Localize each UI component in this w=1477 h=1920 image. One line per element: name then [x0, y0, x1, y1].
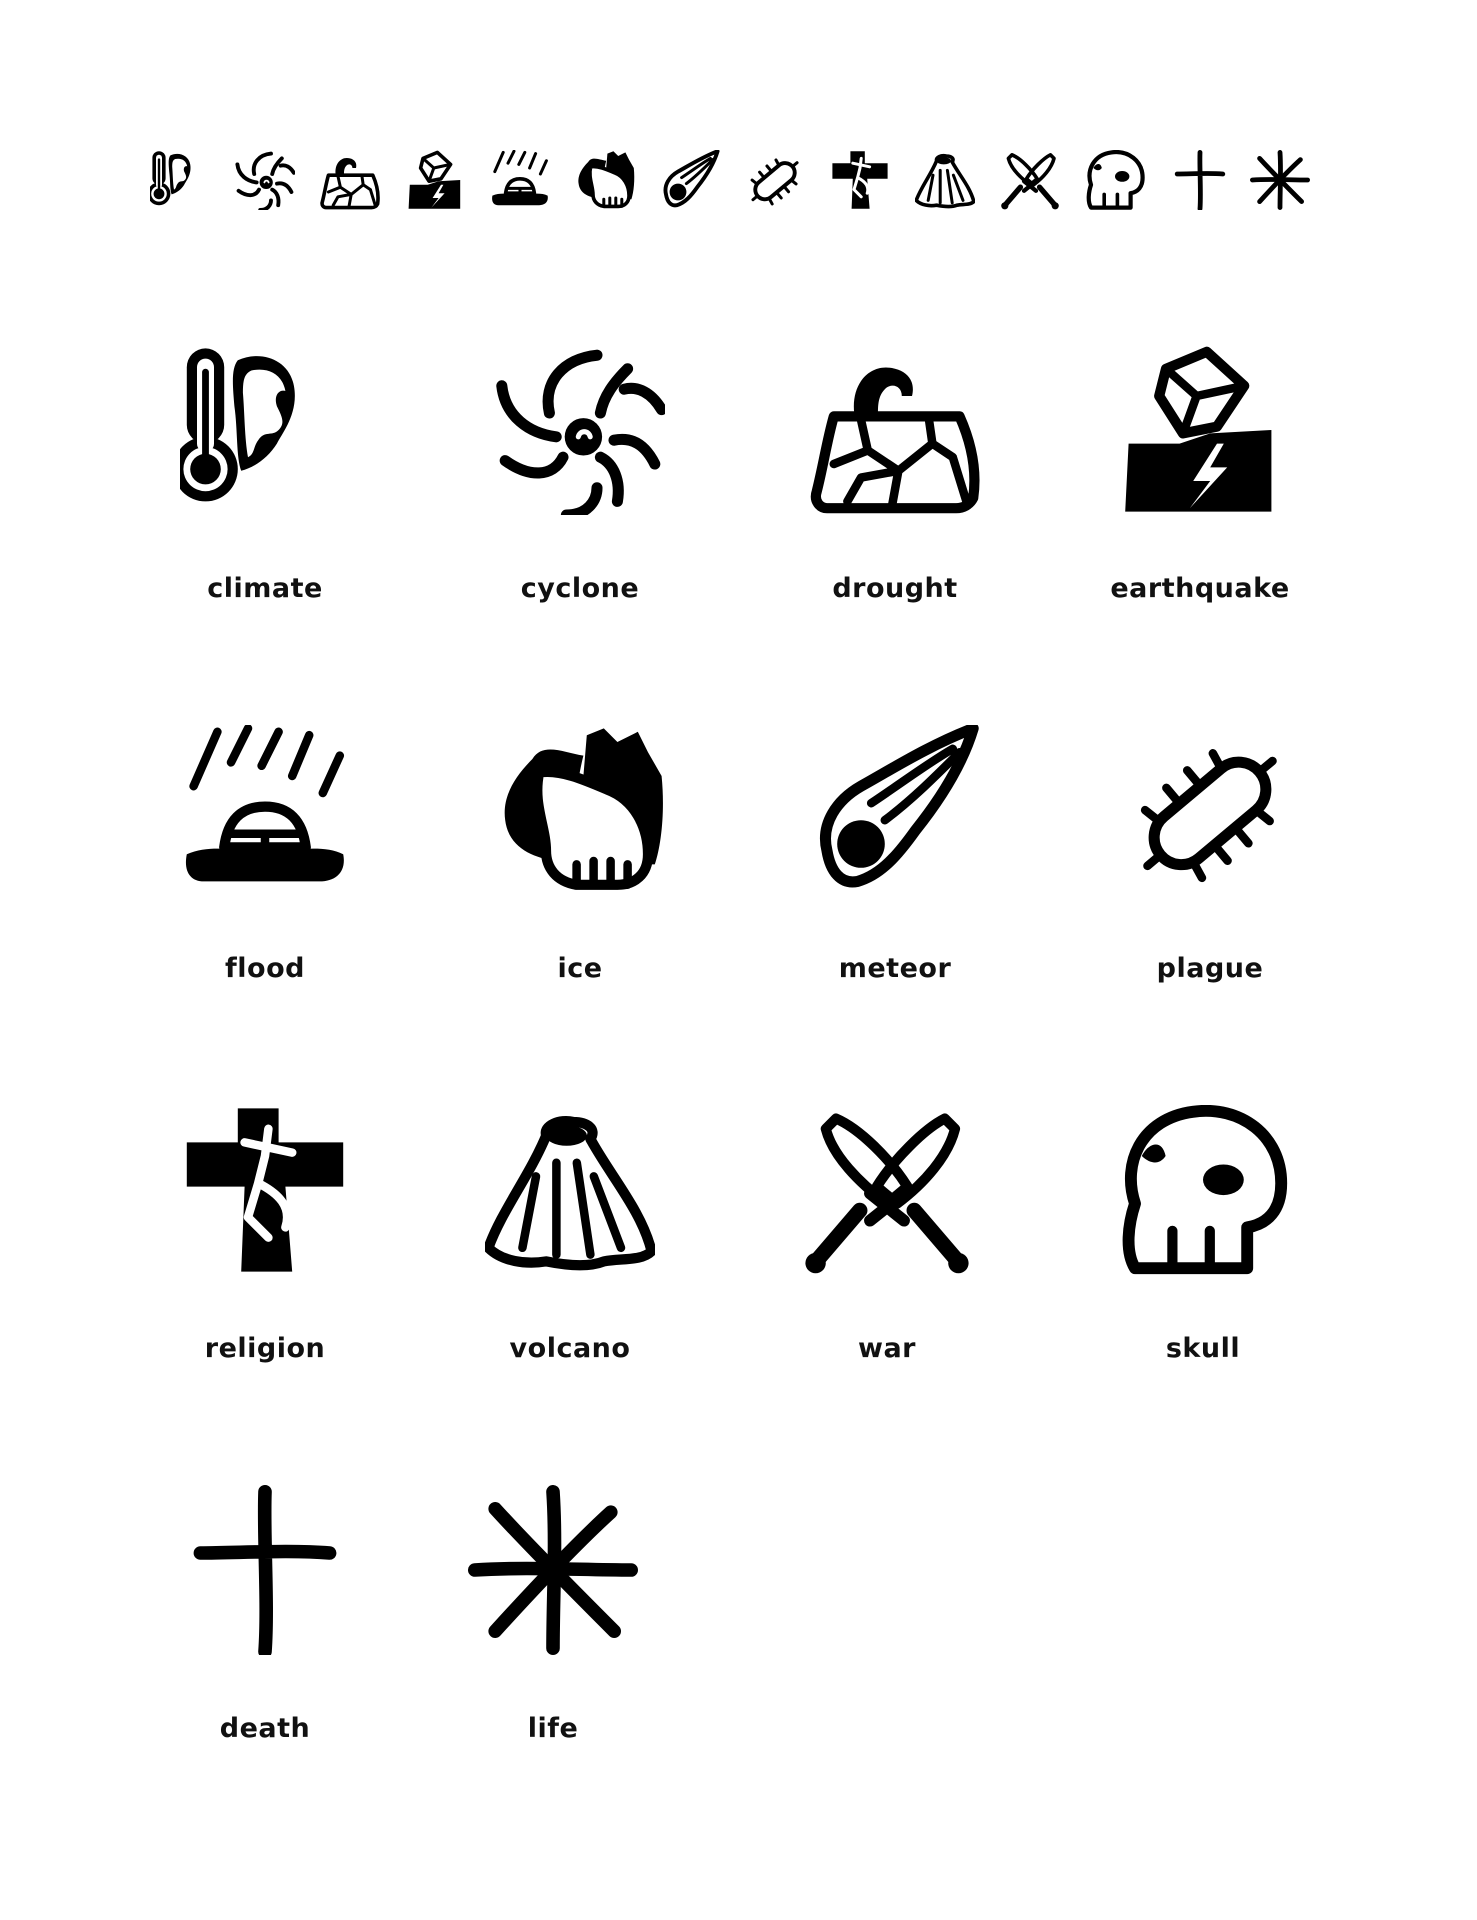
- icon-label: ice: [557, 953, 603, 984]
- life-icon: [468, 1485, 638, 1655]
- religion-icon: [830, 150, 890, 210]
- icon-label: climate: [207, 573, 323, 604]
- icon-label: volcano: [509, 1333, 631, 1364]
- icon-label: life: [527, 1713, 579, 1744]
- earthquake-icon: [405, 150, 465, 210]
- icon-card-drought: drought: [770, 345, 1010, 645]
- life-icon: [1250, 150, 1310, 210]
- climate-icon: [180, 345, 350, 515]
- icon-card-earthquake: earthquake: [1075, 345, 1315, 645]
- war-icon: [802, 1105, 972, 1275]
- icon-label: religion: [204, 1333, 326, 1364]
- icon-sheet-page: climate cyclone drought earthquake flood…: [0, 0, 1477, 1920]
- flood-icon: [180, 725, 350, 895]
- volcano-icon: [915, 150, 975, 210]
- volcano-icon: [485, 1105, 655, 1275]
- icon-label: war: [858, 1333, 916, 1364]
- cyclone-icon: [495, 345, 665, 515]
- ice-icon: [575, 150, 635, 210]
- icon-label: drought: [832, 573, 958, 604]
- icon-card-plague: plague: [1085, 725, 1325, 1025]
- drought-icon: [810, 345, 980, 515]
- earthquake-icon: [1115, 345, 1285, 515]
- plague-icon: [1125, 725, 1295, 895]
- plague-icon: [745, 150, 805, 210]
- icon-label: plague: [1156, 953, 1264, 984]
- icon-card-war: war: [762, 1105, 1002, 1405]
- meteor-icon: [810, 725, 980, 895]
- icon-label: meteor: [838, 953, 952, 984]
- skull-icon: [1085, 150, 1145, 210]
- cyclone-icon: [235, 150, 295, 210]
- icon-label: flood: [225, 953, 305, 984]
- ice-icon: [495, 725, 665, 895]
- icon-card-death: death: [140, 1485, 380, 1785]
- death-icon: [1170, 150, 1230, 210]
- icon-label: cyclone: [520, 573, 640, 604]
- icon-card-life: life: [428, 1485, 668, 1785]
- war-icon: [1000, 150, 1060, 210]
- icon-card-meteor: meteor: [770, 725, 1010, 1025]
- religion-icon: [180, 1105, 350, 1275]
- icon-card-skull: skull: [1078, 1105, 1318, 1405]
- icon-card-religion: religion: [140, 1105, 380, 1405]
- icon-label: skull: [1165, 1333, 1241, 1364]
- icon-card-flood: flood: [140, 725, 380, 1025]
- meteor-icon: [660, 150, 720, 210]
- icon-card-climate: climate: [140, 345, 380, 645]
- icon-strip: [150, 150, 1320, 210]
- death-icon: [180, 1485, 350, 1655]
- icon-card-cyclone: cyclone: [455, 345, 695, 645]
- icon-card-volcano: volcano: [445, 1105, 685, 1405]
- icon-card-ice: ice: [455, 725, 695, 1025]
- icon-label: death: [219, 1713, 311, 1744]
- flood-icon: [490, 150, 550, 210]
- drought-icon: [320, 150, 380, 210]
- icon-label: earthquake: [1110, 573, 1290, 604]
- climate-icon: [150, 150, 210, 210]
- skull-icon: [1118, 1105, 1288, 1275]
